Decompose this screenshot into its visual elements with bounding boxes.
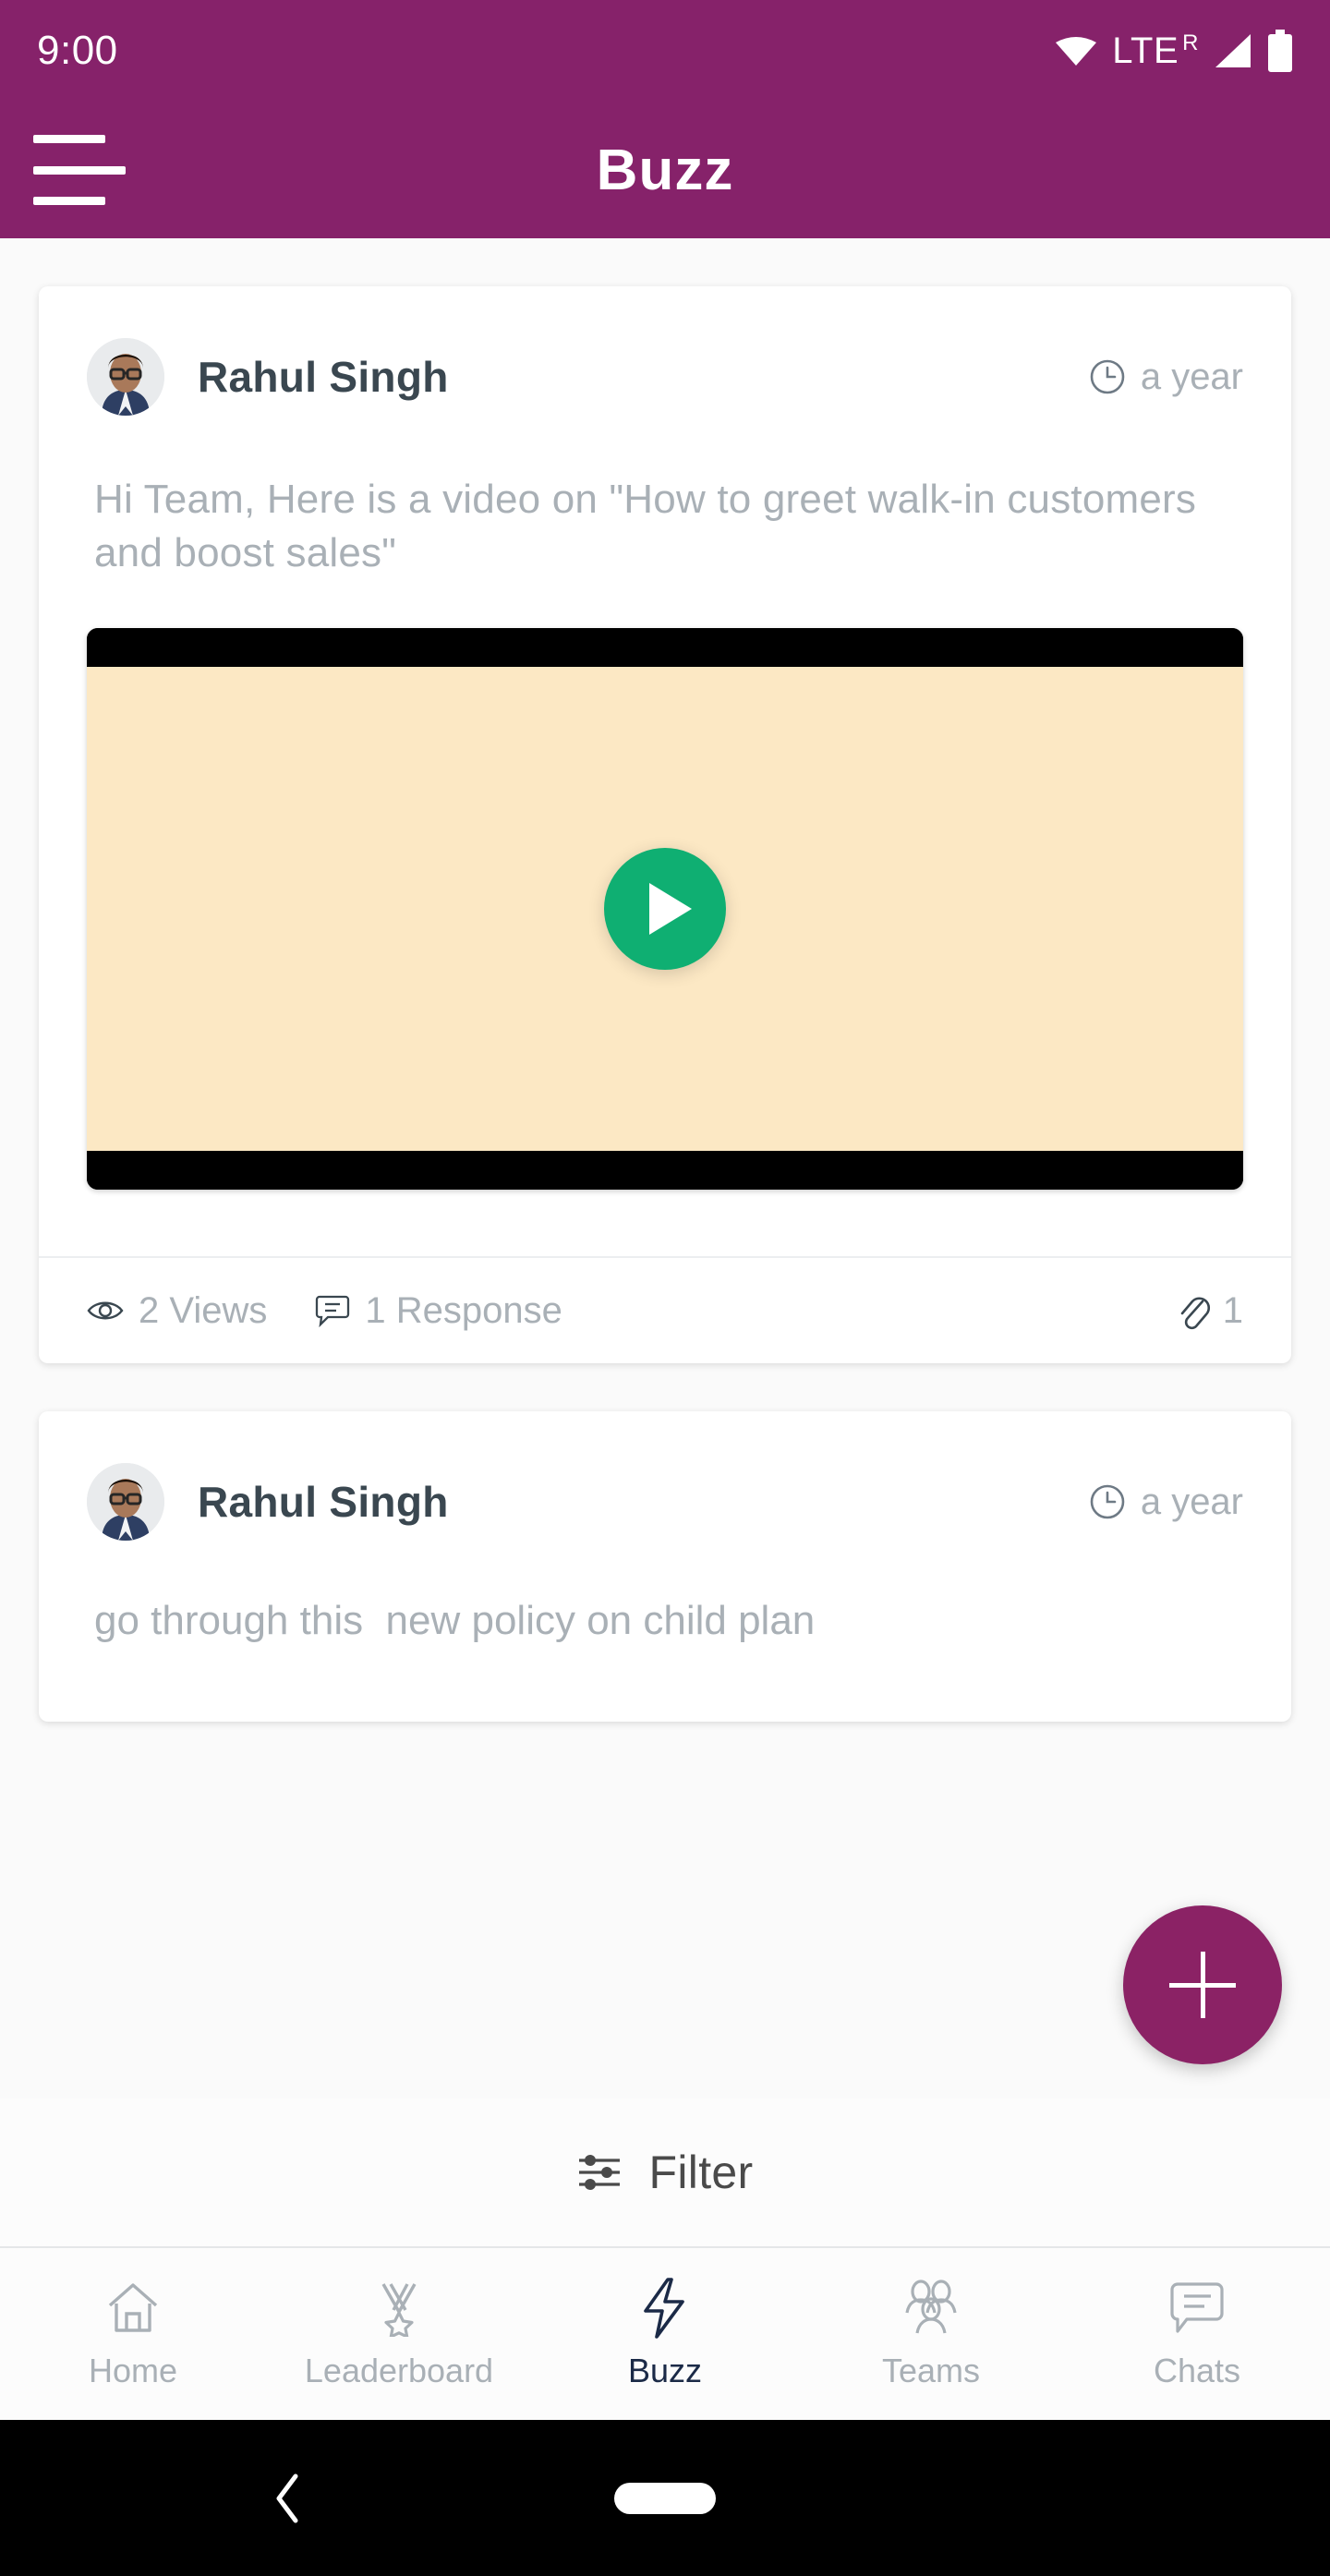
post-time: a year — [1089, 1482, 1243, 1523]
nav-item-teams[interactable]: Teams — [798, 2248, 1064, 2420]
wifi-icon — [1055, 35, 1097, 67]
views-stat[interactable]: 2 Views — [87, 1290, 267, 1332]
hamburger-line — [33, 135, 105, 143]
eye-icon — [87, 1298, 124, 1324]
home-icon — [104, 2278, 162, 2339]
plus-icon-vertical — [1200, 1952, 1205, 2018]
hamburger-line — [33, 197, 105, 205]
back-chevron-icon[interactable] — [268, 2471, 308, 2526]
post-author: Rahul Singh — [198, 353, 449, 401]
video-letterbox-top — [87, 628, 1243, 668]
post-header: Rahul Singh a year — [39, 286, 1291, 416]
filter-button[interactable]: Filter — [0, 2098, 1330, 2246]
medal-icon — [370, 2278, 428, 2339]
page-title: Buzz — [596, 138, 734, 202]
nav-label-leaderboard: Leaderboard — [304, 2352, 494, 2389]
status-bar: 9:00 LTE R — [0, 0, 1330, 102]
battery-icon — [1267, 30, 1293, 72]
signal-icon — [1214, 32, 1252, 69]
system-navigation-bar — [0, 2420, 1330, 2576]
post-header: Rahul Singh a year — [39, 1411, 1291, 1542]
card-spacer — [39, 1648, 1291, 1722]
post-card[interactable]: Rahul Singh a year go through this new p… — [39, 1411, 1291, 1723]
status-bar-icons: LTE R — [1055, 30, 1293, 72]
nav-label-home: Home — [88, 2352, 178, 2389]
play-icon[interactable] — [604, 848, 726, 971]
responses-stat[interactable]: 1 Response — [315, 1290, 562, 1332]
post-body-text: go through this new policy on child plan — [94, 1598, 816, 1644]
video-frame — [87, 667, 1243, 1152]
post-engagement-bar: 2 Views 1 Response 1 — [39, 1256, 1291, 1363]
clock-icon — [1089, 1483, 1126, 1520]
post-video-thumbnail[interactable] — [87, 628, 1243, 1191]
avatar — [87, 1463, 164, 1542]
network-type-label: LTE R — [1112, 30, 1199, 71]
status-bar-time: 9:00 — [37, 28, 118, 73]
home-pill-icon[interactable] — [614, 2482, 716, 2514]
filter-label: Filter — [648, 2147, 754, 2198]
nav-item-leaderboard[interactable]: Leaderboard — [266, 2248, 532, 2420]
attachment-count-label: 1 — [1222, 1289, 1243, 1331]
post-card[interactable]: Rahul Singh a year Hi Team, Here is a vi… — [39, 286, 1291, 1364]
card-spacer — [39, 1190, 1291, 1256]
nav-item-home[interactable]: Home — [0, 2248, 266, 2420]
nav-label-teams: Teams — [881, 2352, 981, 2389]
nav-label-chats: Chats — [1153, 2352, 1241, 2389]
comment-bubble-icon — [315, 1293, 350, 1328]
app-bar: Buzz — [0, 102, 1330, 238]
hamburger-menu-icon[interactable] — [33, 127, 135, 212]
people-group-icon — [900, 2278, 962, 2339]
post-time-label: a year — [1140, 356, 1243, 397]
hamburger-line — [33, 165, 126, 175]
views-count-label: 2 Views — [139, 1289, 268, 1331]
play-triangle — [649, 883, 692, 936]
sliders-filter-icon — [577, 2151, 625, 2194]
attachment-stat[interactable]: 1 — [1175, 1290, 1243, 1332]
post-time: a year — [1089, 357, 1243, 398]
bottom-navigation: Home Leaderboard Buzz Teams Chats — [0, 2246, 1330, 2420]
nav-label-buzz: Buzz — [627, 2352, 703, 2389]
responses-count-label: 1 Response — [365, 1289, 562, 1331]
post-author: Rahul Singh — [198, 1478, 449, 1527]
paperclip-icon — [1175, 1290, 1212, 1331]
app-screen: 9:00 LTE R Buzz Rahul Singh a year Hi Te… — [0, 0, 1330, 2576]
post-body-text: Hi Team, Here is a video on "How to gree… — [94, 477, 1197, 576]
buzz-feed[interactable]: Rahul Singh a year Hi Team, Here is a vi… — [0, 238, 1330, 2098]
post-time-label: a year — [1140, 1481, 1243, 1522]
chat-icon — [1168, 2278, 1226, 2339]
avatar — [87, 338, 164, 416]
lightning-icon — [640, 2278, 690, 2339]
video-letterbox-bottom — [87, 1151, 1243, 1191]
create-post-fab[interactable] — [1123, 1905, 1282, 2064]
nav-item-chats[interactable]: Chats — [1064, 2248, 1330, 2420]
clock-icon — [1089, 358, 1126, 395]
nav-item-buzz[interactable]: Buzz — [532, 2248, 798, 2420]
